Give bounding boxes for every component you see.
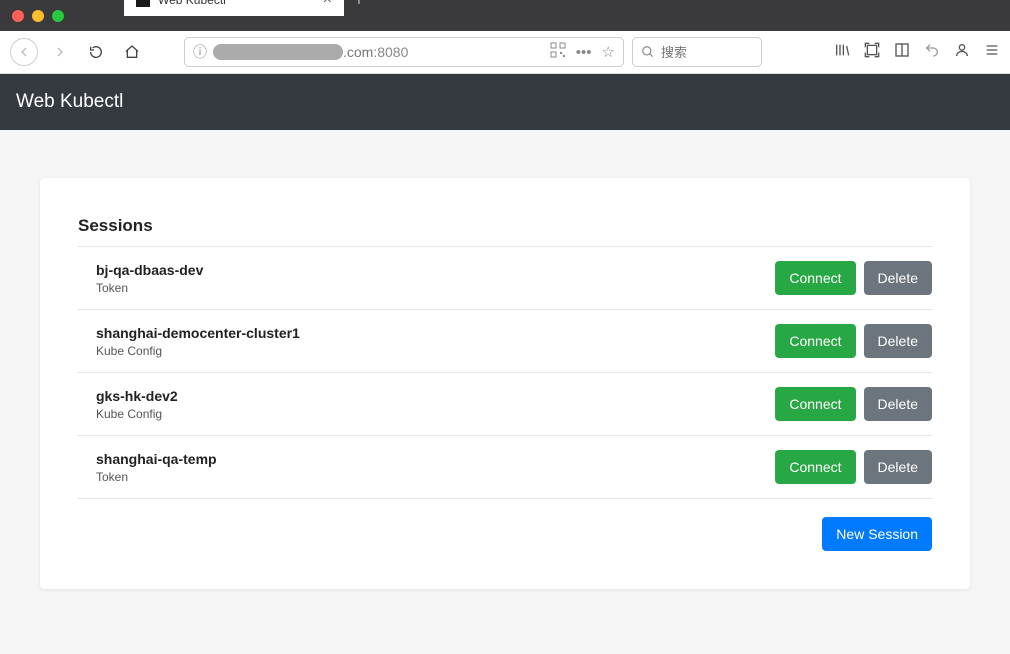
search-input[interactable] (661, 45, 753, 60)
url-port: :8080 (373, 44, 408, 60)
browser-chrome: Web Kubectl × + (0, 0, 1010, 31)
reload-icon (88, 44, 104, 60)
arrow-right-icon (52, 44, 68, 60)
connect-button[interactable]: Connect (775, 450, 855, 484)
qr-code-icon (550, 42, 566, 58)
delete-button[interactable]: Delete (864, 387, 932, 421)
url-host-redacted (213, 44, 343, 60)
back-button[interactable] (10, 38, 38, 66)
undo-icon[interactable] (924, 42, 940, 63)
delete-button[interactable]: Delete (864, 324, 932, 358)
session-name: gks-hk-dev2 (96, 388, 178, 404)
home-icon (124, 44, 140, 60)
sessions-heading: Sessions (78, 216, 932, 236)
arrow-left-icon (16, 44, 32, 60)
delete-button[interactable]: Delete (864, 450, 932, 484)
browser-tab[interactable]: Web Kubectl × (124, 0, 344, 16)
connect-button[interactable]: Connect (775, 324, 855, 358)
bookmark-star-icon[interactable]: ☆ (602, 43, 615, 61)
home-button[interactable] (118, 38, 146, 66)
session-type: Token (96, 281, 203, 295)
reload-button[interactable] (82, 38, 110, 66)
sessions-list: bj-qa-dbaas-devTokenConnectDeleteshangha… (78, 246, 932, 499)
session-row: shanghai-qa-temp Token Connect Delete (78, 435, 932, 499)
account-icon[interactable] (954, 42, 970, 63)
session-actions: Connect Delete (775, 324, 932, 358)
sessions-card: Sessions bj-qa-dbaas-dev Token Connect Dele… (40, 178, 970, 589)
search-icon (641, 45, 655, 59)
session-type: Kube Config (96, 407, 178, 421)
tab-close-button[interactable]: × (323, 0, 332, 9)
maximize-window-button[interactable] (52, 10, 64, 22)
forward-button[interactable] (46, 38, 74, 66)
session-row: shanghai-democenter-cluster1 Kube Config C… (78, 309, 932, 372)
tab-favicon (136, 0, 150, 7)
session-actions: Connect Delete (775, 450, 932, 484)
screenshot-icon[interactable] (864, 42, 880, 63)
session-type: Kube Config (96, 344, 300, 358)
address-bar[interactable]: ⓘ .com :8080 ••• ☆ (184, 37, 624, 67)
url-suffix: .com (343, 44, 373, 60)
window-controls (12, 10, 64, 22)
session-info: shanghai-qa-temp Token (96, 451, 217, 484)
session-row: gks-hk-dev2 Kube Config Connect Delete (78, 372, 932, 435)
session-actions: Connect Delete (775, 387, 932, 421)
new-session-button[interactable]: New Session (822, 517, 932, 551)
tab-title: Web Kubectl (158, 0, 315, 7)
minimize-window-button[interactable] (32, 10, 44, 22)
site-info-icon[interactable]: ⓘ (193, 42, 207, 62)
card-footer: New Session (78, 517, 932, 551)
reader-icon[interactable] (894, 42, 910, 63)
app-title: Web Kubectl (16, 91, 123, 113)
session-row: bj-qa-dbaas-dev Token Connect Delete (78, 246, 932, 309)
session-name: bj-qa-dbaas-dev (96, 262, 203, 278)
session-actions: Connect Delete (775, 261, 932, 295)
toolbar-right-icons (834, 42, 1000, 63)
app-header: Web Kubectl (0, 74, 1010, 130)
library-icon[interactable] (834, 42, 850, 63)
qr-icon[interactable] (550, 42, 566, 62)
connect-button[interactable]: Connect (775, 387, 855, 421)
session-info: shanghai-democenter-cluster1 Kube Config (96, 325, 300, 358)
browser-toolbar: ⓘ .com :8080 ••• ☆ (0, 31, 1010, 74)
new-tab-button[interactable]: + (344, 0, 374, 16)
close-window-button[interactable] (12, 10, 24, 22)
session-type: Token (96, 470, 217, 484)
titlebar: Web Kubectl × + (0, 0, 1010, 31)
session-name: shanghai-qa-temp (96, 451, 217, 467)
search-bar[interactable] (632, 37, 762, 67)
session-info: bj-qa-dbaas-dev Token (96, 262, 203, 295)
session-info: gks-hk-dev2 Kube Config (96, 388, 178, 421)
delete-button[interactable]: Delete (864, 261, 932, 295)
connect-button[interactable]: Connect (775, 261, 855, 295)
url-display: .com :8080 (213, 44, 544, 60)
session-name: shanghai-democenter-cluster1 (96, 325, 300, 341)
page-body: Sessions bj-qa-dbaas-dev Token Connect Dele… (0, 130, 1010, 637)
menu-icon[interactable] (984, 42, 1000, 63)
page-actions-button[interactable]: ••• (576, 44, 592, 61)
